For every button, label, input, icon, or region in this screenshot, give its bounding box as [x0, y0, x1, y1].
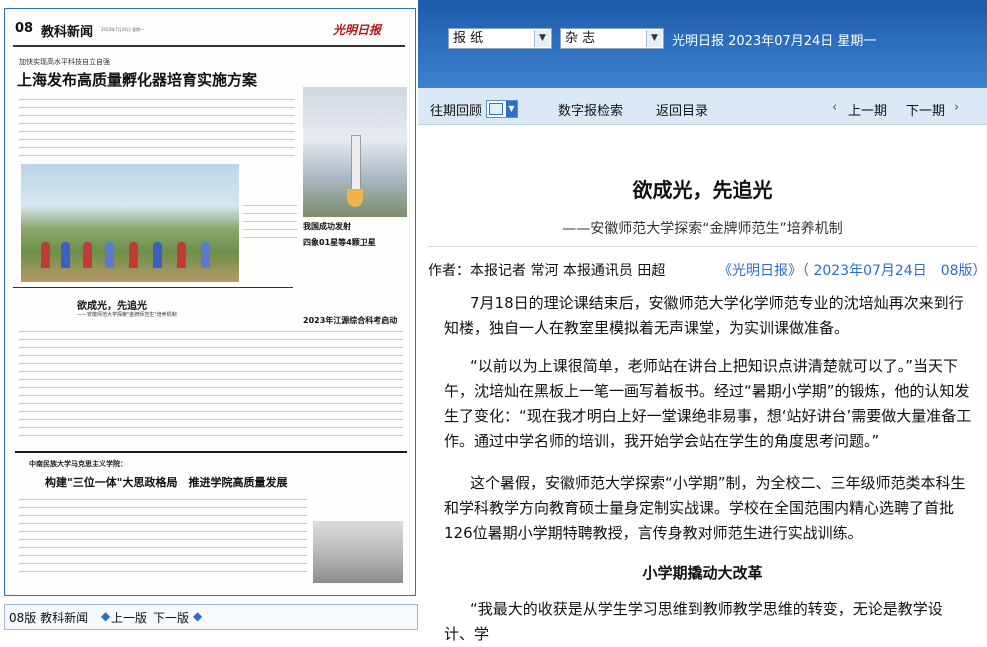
calendar-button[interactable]: ▼: [486, 100, 518, 118]
section-heading: 小学期撬动大改革: [642, 564, 763, 582]
current-page-label: 08版 教科新闻: [9, 611, 89, 625]
masthead-logo: 光明日报: [333, 23, 382, 37]
page-nav-bar: 08版 教科新闻 ◆ 上一版 下一版 ◆: [4, 604, 418, 630]
article-title: 欲成光，先追光: [632, 178, 773, 202]
paragraph-4: “我最大的收获是从学生学习思维到教师教学思维的转变，无论是教学设计、学: [444, 600, 943, 643]
feature-headline[interactable]: 构建"三位一体"大思政格局 推进学院高质量发展: [45, 474, 287, 490]
dance-photo[interactable]: [21, 164, 239, 282]
prev-issue-link[interactable]: 上一期: [848, 100, 887, 119]
magazine-select[interactable]: 杂 志 ▼: [560, 28, 664, 49]
chevron-down-icon: ▼: [534, 30, 550, 47]
publication-label: 光明日报 2023年07月24日 星期一: [672, 34, 877, 49]
lead-article-text[interactable]: [19, 95, 295, 159]
flame-icon: [347, 189, 363, 207]
chevron-down-icon: ▼: [646, 30, 662, 47]
paragraph-3: 这个暑假，安徽师范大学探索“小学期”制，为全校二、三年级师范类本科生和学科教学方…: [444, 474, 966, 542]
next-page-link[interactable]: 下一版: [153, 609, 189, 626]
paragraph-2: “以前以为上课很简单，老师站在讲台上把知识点讲清楚就可以了。”当天下午，沈培灿在…: [444, 357, 972, 450]
side-text[interactable]: [243, 199, 297, 279]
paper-select-value: 报 纸: [453, 31, 484, 46]
page-date: 2023年7月24日 星期一: [101, 27, 145, 32]
page-number: 08: [15, 21, 34, 36]
rocket-caption-line2: 四象01星等4颗卫星: [303, 238, 376, 247]
article-thumb-sub: ——安徽师范大学探索"金牌师范生"培养机制: [77, 312, 177, 318]
chevron-down-icon: ▼: [506, 101, 517, 117]
magazine-select-value: 杂 志: [565, 31, 596, 46]
next-page-arrow-icon[interactable]: ◆: [193, 609, 202, 623]
chevron-left-icon[interactable]: ‹: [832, 100, 837, 115]
rocket-caption-line1: 我国成功发射: [303, 222, 351, 231]
lead-headline[interactable]: 上海发布高质量孵化器培育实施方案: [17, 69, 257, 90]
archive-link[interactable]: 往期回顾: [430, 100, 482, 119]
title-divider: [428, 246, 978, 247]
chevron-right-icon[interactable]: ›: [954, 100, 959, 115]
rocket-photo[interactable]: [303, 87, 407, 217]
next-issue-link[interactable]: 下一期: [906, 100, 945, 119]
prev-page-arrow-icon[interactable]: ◆: [101, 609, 110, 623]
article-byline: 作者：本报记者 常河 本报通讯员 田超: [428, 263, 666, 279]
article-thumb-headline[interactable]: 欲成光，先追光: [77, 297, 147, 312]
building-photo[interactable]: [313, 521, 403, 583]
lead-kicker: 加快实现高水平科技自立自强: [19, 58, 110, 66]
article-pane: 报 纸 ▼ 杂 志 ▼ 光明日报 2023年07月24日 星期一 往期回顾 ▼ …: [418, 0, 987, 643]
feature-kicker: 中南民族大学马克思主义学院：: [29, 460, 127, 468]
newspaper-pane: 08 教科新闻 2023年7月24日 星期一 光明日报 加快实现高水平科技自立自…: [0, 0, 418, 630]
back-to-contents-link[interactable]: 返回目录: [656, 100, 708, 119]
mid-rule: [13, 287, 293, 288]
header-rule: [13, 45, 405, 47]
paragraph-1: 7月18日的理论课结束后，安徽师范大学化学师范专业的沈培灿再次来到行知楼，独自一…: [444, 294, 964, 337]
digital-search-link[interactable]: 数字报检索: [558, 100, 623, 119]
prev-page-link[interactable]: 上一版: [111, 609, 147, 626]
rocket-icon: [351, 135, 361, 191]
newspaper-page-image[interactable]: 08 教科新闻 2023年7月24日 星期一 光明日报 加快实现高水平科技自立自…: [4, 8, 416, 596]
article-subtitle: ——安徽师范大学探索“金牌师范生”培养机制: [562, 221, 843, 237]
top-band: 报 纸 ▼ 杂 志 ▼ 光明日报 2023年07月24日 星期一: [418, 0, 987, 88]
article-source: 《光明日报》（ 2023年07月24日 08版）: [718, 263, 987, 279]
feature-text[interactable]: [19, 495, 307, 585]
body-columns[interactable]: [19, 327, 403, 445]
calendar-icon: [489, 103, 503, 115]
expedition-headline[interactable]: 2023年江源综合科考启动: [303, 315, 397, 326]
paper-select[interactable]: 报 纸 ▼: [448, 28, 552, 49]
page-section: 教科新闻: [41, 25, 94, 40]
